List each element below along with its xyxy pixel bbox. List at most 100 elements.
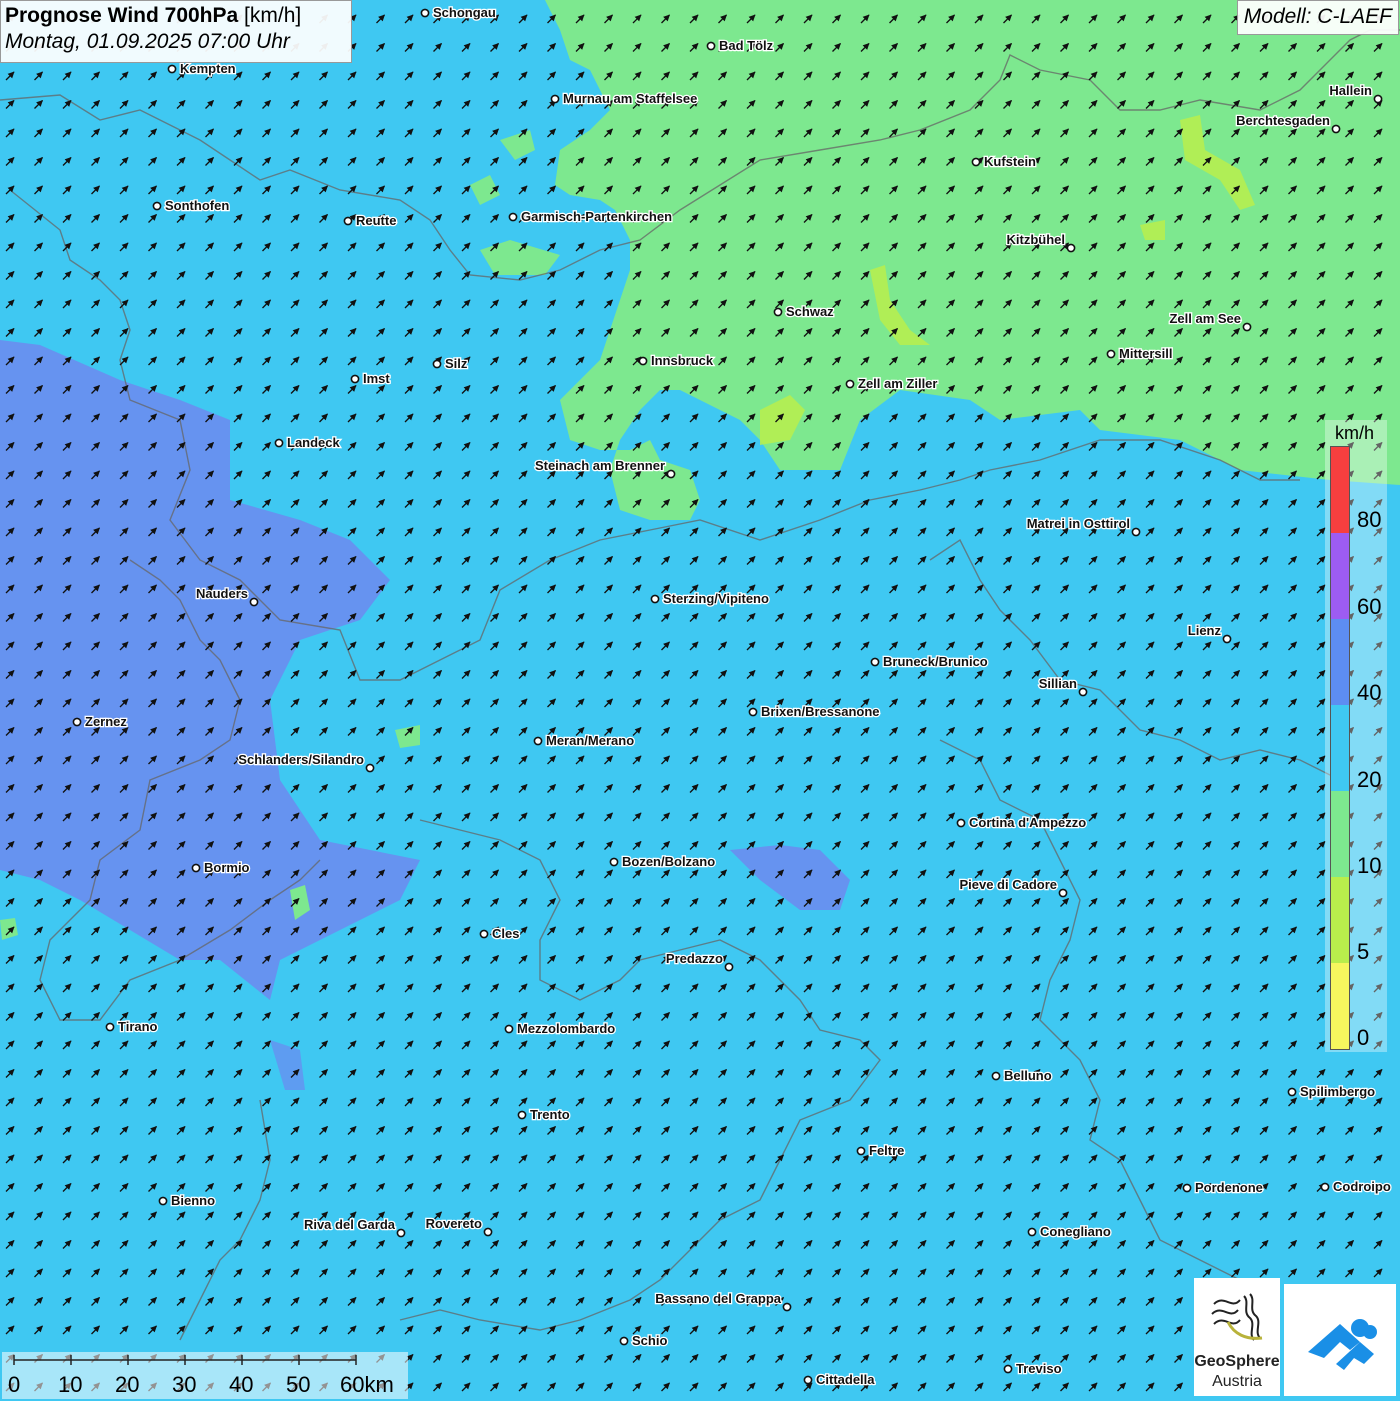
legend-color-6 — [1331, 963, 1349, 1049]
city-label: Schongau — [433, 5, 496, 20]
city-label: Sonthofen — [165, 198, 229, 213]
city-dot — [650, 594, 660, 604]
city-label: Hallein — [1329, 83, 1372, 98]
scale-label-10: 10 — [58, 1372, 83, 1397]
city-dot — [1222, 634, 1232, 644]
city-marker: Schongau — [420, 4, 497, 21]
scale-label-60km: 60km — [340, 1372, 394, 1397]
city-label: Schwaz — [786, 304, 834, 319]
city-label: Landeck — [287, 435, 341, 450]
city-dot — [72, 717, 82, 727]
city-label: Bad Tölz — [719, 38, 774, 53]
scale-label-0: 0 — [8, 1372, 21, 1397]
legend-tick-5: 5 — [1357, 939, 1370, 964]
city-marker: Bozen/Bolzano — [609, 853, 717, 870]
title-main: Prognose Wind 700hPa — [5, 4, 239, 27]
city-label: Bozen/Bolzano — [622, 854, 715, 869]
city-marker: Cortina d'Ampezzo — [956, 814, 1088, 831]
city-dot — [1066, 243, 1076, 253]
legend-tick-60: 60 — [1357, 594, 1382, 619]
city-dot — [609, 857, 619, 867]
city-dot — [845, 379, 855, 389]
city-dot — [1131, 527, 1141, 537]
city-marker: Sterzing/Vipiteno — [650, 590, 770, 607]
legend-tick-20: 20 — [1357, 767, 1382, 792]
city-label: Sterzing/Vipiteno — [663, 591, 769, 606]
city-label: Schlanders/Silandro — [238, 752, 364, 767]
city-dot — [991, 1071, 1001, 1081]
forecast-date: Montag, 01.09.2025 07:00 Uhr — [5, 30, 290, 53]
city-label: Zernez — [85, 714, 127, 729]
city-dot — [1058, 888, 1068, 898]
city-label: Feltre — [869, 1143, 904, 1158]
city-dot — [1242, 322, 1252, 332]
city-label: Garmisch-Partenkirchen — [521, 209, 672, 224]
city-label: Lienz — [1188, 623, 1222, 638]
city-dot — [856, 1146, 866, 1156]
scale-label-20: 20 — [115, 1372, 140, 1397]
city-label: Spilimbergo — [1300, 1084, 1375, 1099]
city-label: Riva del Garda — [304, 1217, 396, 1232]
city-marker: Zell am Ziller — [845, 375, 939, 392]
city-label: Matrei in Osttirol — [1027, 516, 1130, 531]
legend-color-3 — [1331, 705, 1349, 791]
city-label: Bassano del Grappa — [655, 1291, 781, 1306]
city-dot — [105, 1022, 115, 1032]
city-dot — [191, 863, 201, 873]
city-label: Codroipo — [1333, 1179, 1391, 1194]
city-dot — [803, 1375, 813, 1385]
weather-app-logo[interactable] — [1284, 1284, 1396, 1396]
city-marker: Brixen/Bressanone — [748, 703, 881, 720]
city-label: Murnau am Staffelsee — [563, 91, 697, 106]
city-dot — [396, 1228, 406, 1238]
scale-label-30: 30 — [172, 1372, 197, 1397]
city-dot — [508, 212, 518, 222]
city-dot — [158, 1196, 168, 1206]
city-label: Meran/Merano — [546, 733, 634, 748]
city-dot — [782, 1302, 792, 1312]
city-label: Berchtesgaden — [1236, 113, 1330, 128]
legend-tick-80: 80 — [1357, 507, 1382, 532]
legend-color-5 — [1331, 877, 1349, 963]
city-dot — [1078, 687, 1088, 697]
geosphere-country: Austria — [1212, 1373, 1262, 1390]
city-label: Treviso — [1016, 1361, 1062, 1376]
city-label: Nauders — [196, 586, 248, 601]
city-label: Brixen/Bressanone — [761, 704, 880, 719]
city-dot — [517, 1110, 527, 1120]
city-dot — [479, 929, 489, 939]
city-label: Rovereto — [426, 1216, 482, 1231]
city-dot — [971, 157, 981, 167]
legend-tick-0: 0 — [1357, 1025, 1370, 1050]
city-dot — [1320, 1182, 1330, 1192]
city-marker: Meran/Merano — [533, 732, 635, 749]
scale-bar: 0 10 20 30 40 50 60km — [2, 1352, 408, 1399]
legend-color-2 — [1331, 619, 1349, 705]
city-dot — [420, 8, 430, 18]
scale-label-40: 40 — [229, 1372, 254, 1397]
city-label: Bruneck/Brunico — [883, 654, 988, 669]
city-dot — [504, 1024, 514, 1034]
city-dot — [152, 201, 162, 211]
city-label: Conegliano — [1040, 1224, 1111, 1239]
city-label: Mittersill — [1119, 346, 1172, 361]
city-marker: Innsbruck — [638, 352, 715, 369]
geosphere-logo-icon — [1211, 1293, 1263, 1341]
city-label: Pordenone — [1195, 1180, 1263, 1195]
geosphere-name: GeoSphere — [1194, 1353, 1280, 1370]
city-label: Kitzbühel — [1007, 232, 1066, 247]
city-label: Tirano — [118, 1019, 158, 1034]
city-label: Reutte — [356, 213, 396, 228]
city-label: Schio — [632, 1333, 667, 1348]
city-dot — [638, 356, 648, 366]
city-dot — [432, 359, 442, 369]
geosphere-logo[interactable]: GeoSphere Austria — [1194, 1278, 1280, 1396]
city-dot — [1182, 1183, 1192, 1193]
map-title-box: Prognose Wind 700hPa [km/h] Montag, 01.0… — [0, 0, 352, 63]
scale-bar-line — [13, 1355, 357, 1365]
city-dot — [1373, 94, 1383, 104]
map-title: Prognose Wind 700hPa [km/h] — [5, 4, 347, 28]
city-label: Innsbruck — [651, 353, 714, 368]
city-label: Steinach am Brenner — [535, 458, 665, 473]
city-dot — [550, 94, 560, 104]
